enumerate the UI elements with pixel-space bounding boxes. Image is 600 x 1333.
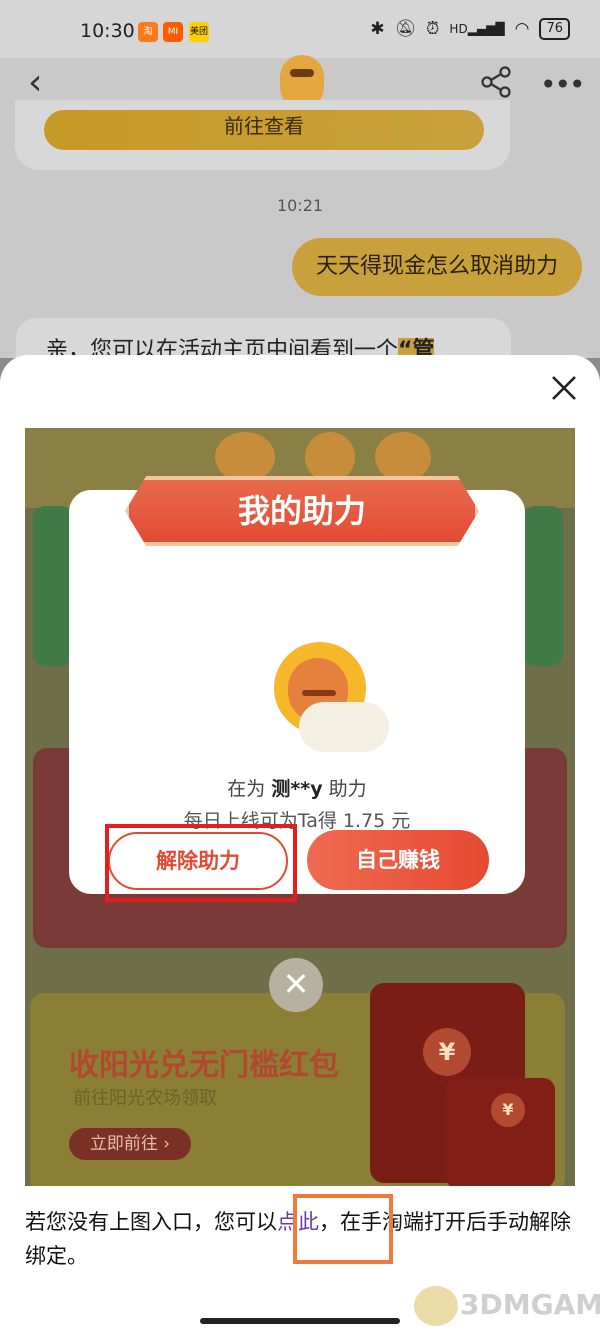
promo-title: 收阳光兑无门槛红包 [69, 1048, 339, 1083]
wifi-icon: ◠ [514, 19, 530, 39]
promo-go-button: 立即前往 › [69, 1128, 191, 1160]
bluetooth-icon: ✱ [370, 19, 385, 39]
watermark-logo-icon [414, 1286, 458, 1326]
user-message-bubble: 天天得现金怎么取消助力 [291, 238, 582, 296]
helping-text: 在为 测**y 助力 [69, 774, 525, 801]
alarm-icon: ⏰︎ [426, 19, 440, 39]
goto-view-button[interactable]: 前往查看 [44, 110, 484, 150]
close-icon[interactable] [548, 372, 580, 404]
instruction-before-link: 若您没有上图入口，您可以 [25, 1210, 277, 1234]
earn-self-button: 自己赚钱 [307, 830, 489, 890]
dialog-close-icon: ✕ [269, 958, 323, 1012]
helping-suffix: 助力 [328, 778, 367, 800]
embedded-screenshot: ¥ ¥ 收阳光兑无门槛红包 前往阳光农场领取 立即前往 › 在为 测**y 助力… [25, 428, 575, 1186]
highlight-frame [105, 824, 297, 902]
status-icons: ✱ 🔕︎ ⏰︎ HD▂▄▆█ ◠ 76 [370, 18, 570, 40]
mascot-body [299, 702, 389, 752]
yen-icon: ¥ [423, 1028, 471, 1076]
mi-app-icon: MI [163, 22, 183, 42]
mute-icon: 🔕︎ [394, 19, 417, 39]
coin-decoration [305, 432, 355, 482]
network-type-label: HD [449, 22, 468, 36]
promo-subtitle: 前往阳光农场领取 [73, 1088, 217, 1109]
battery-icon: 76 [539, 18, 570, 40]
embedded-card-right [523, 506, 563, 666]
helping-prefix: 在为 [227, 778, 266, 800]
meituan-app-icon: 美团 [189, 22, 209, 42]
taobao-app-icon: 淘 [138, 22, 158, 42]
yen-icon: ¥ [491, 1093, 525, 1127]
more-icon[interactable]: ••• [540, 68, 586, 101]
link-highlight-frame [293, 1194, 393, 1264]
chat-timestamp: 10:21 [276, 196, 324, 215]
home-indicator[interactable] [200, 1318, 400, 1324]
back-icon[interactable]: ‹ [28, 62, 42, 103]
coin-decoration [375, 432, 431, 482]
helping-user: 测**y [271, 778, 323, 800]
watermark: 3DMGAME [460, 1288, 600, 1321]
status-time: 10:30 [80, 20, 135, 42]
status-bar: 10:30 淘 MI 美团 ✱ 🔕︎ ⏰︎ HD▂▄▆█ ◠ 76 [0, 0, 600, 58]
embedded-card-left [33, 506, 73, 666]
signal-icon: HD▂▄▆█ [449, 22, 505, 36]
share-icon[interactable] [478, 64, 514, 100]
coin-decoration [215, 432, 275, 482]
dialog-title-banner: 我的助力 [125, 476, 479, 546]
